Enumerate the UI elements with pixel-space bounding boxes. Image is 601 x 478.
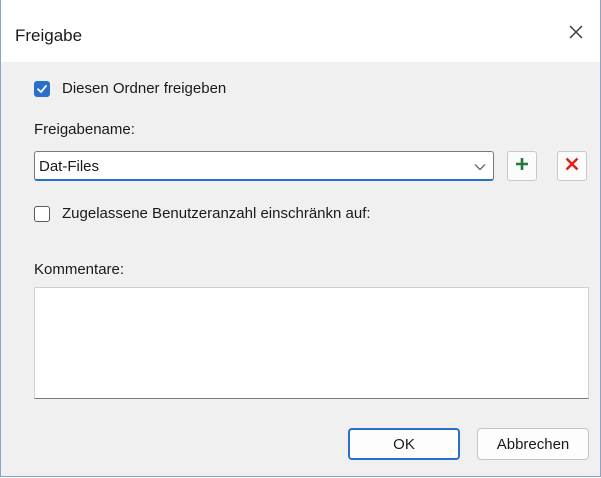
dialog-title: Freigabe bbox=[15, 26, 83, 45]
share-name-label: Freigabename: bbox=[34, 121, 135, 138]
share-dialog: Freigabe Diesen Ordner freigeben Freigab… bbox=[0, 0, 601, 477]
comments-textarea[interactable] bbox=[34, 287, 589, 399]
plus-icon bbox=[514, 156, 530, 177]
comments-label: Kommentare: bbox=[34, 261, 125, 278]
share-folder-checkbox[interactable] bbox=[34, 81, 50, 97]
share-folder-label: Diesen Ordner freigeben bbox=[62, 80, 227, 97]
ok-button[interactable]: OK bbox=[348, 428, 460, 460]
delete-x-icon bbox=[564, 156, 580, 177]
remove-share-button[interactable] bbox=[557, 151, 587, 181]
cancel-button[interactable]: Abbrechen bbox=[477, 428, 589, 460]
chevron-down-icon[interactable] bbox=[473, 160, 487, 172]
share-name-combobox[interactable]: Dat-Files bbox=[34, 151, 494, 181]
checkmark-icon bbox=[37, 85, 47, 93]
limit-users-label: Zugelassene Benutzeranzahl einschränkn a… bbox=[62, 205, 371, 222]
close-icon bbox=[568, 24, 584, 45]
share-name-value: Dat-Files bbox=[39, 158, 100, 175]
title-bar: Freigabe bbox=[1, 0, 600, 62]
close-button[interactable] bbox=[560, 18, 592, 50]
add-share-button[interactable] bbox=[507, 151, 537, 181]
limit-users-checkbox[interactable] bbox=[34, 206, 50, 222]
